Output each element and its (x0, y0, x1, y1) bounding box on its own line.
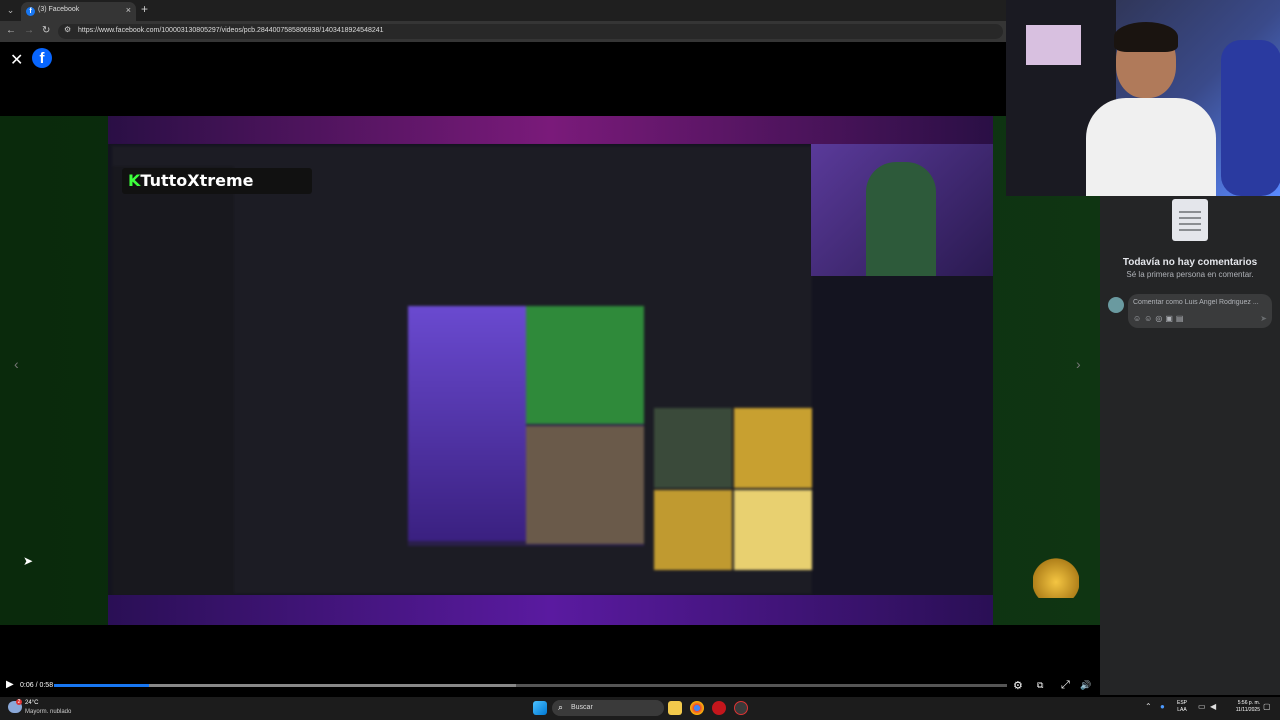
video-streamer-figure (866, 162, 936, 276)
video-photo-grid (654, 408, 814, 572)
new-tab-button[interactable]: + (141, 2, 148, 16)
clock-time: 5:56 p. m. (1237, 700, 1260, 706)
language-indicator[interactable]: ESP LAA (1177, 700, 1187, 714)
progress-bar[interactable] (54, 684, 1007, 687)
tab-list-button[interactable]: ⌄ (3, 3, 18, 18)
settings-icon[interactable]: ⚙ (1013, 679, 1023, 692)
play-icon[interactable]: ▶ (6, 679, 14, 690)
progress-fill (54, 684, 150, 687)
video-viewer: ✕ f KTuttoXtreme ‹ › ➤ (0, 42, 1100, 695)
network-icon[interactable]: ▭ (1198, 702, 1206, 711)
captions-icon[interactable]: ⧉ (1037, 680, 1043, 691)
webcam-person-body (1086, 98, 1216, 196)
tray-chevron-icon[interactable]: ⌃ (1145, 702, 1152, 711)
clock-date: 11/11/2025 (1235, 707, 1260, 713)
site-info-icon[interactable]: ⚙ (64, 25, 71, 34)
taskbar-search[interactable]: ⌕ Buscar (552, 700, 664, 716)
grid-photo (654, 490, 732, 570)
browser-tab-bar: ⌄ f (3) Facebook × + (0, 0, 1006, 21)
no-comments-title: Todavía no hay comentarios (1122, 257, 1258, 268)
windows-start-icon[interactable] (533, 701, 547, 715)
tab-title: (3) Facebook (38, 6, 80, 13)
send-icon[interactable]: ➤ (1260, 314, 1267, 323)
facebook-logo-icon[interactable]: f (32, 48, 52, 68)
grid-photo (654, 408, 732, 488)
video-post-image-top-right (526, 306, 644, 424)
comments-panel: Todavía no hay comentarios Sé la primera… (1100, 196, 1280, 695)
video-post-image-bottom-right (526, 426, 644, 544)
app-icon[interactable] (734, 701, 748, 715)
search-label: Buscar (571, 704, 593, 711)
webcam-poster (1026, 25, 1081, 65)
webcam-chair (1221, 40, 1280, 196)
mouse-cursor-icon: ➤ (23, 554, 34, 568)
keyboard-layout: LAA (1177, 707, 1187, 713)
video-webcam-inset (811, 144, 993, 276)
url-text[interactable]: https://www.facebook.com/100003130805297… (78, 27, 384, 34)
fullscreen-icon[interactable]: ⤢ (1061, 679, 1070, 692)
microphone-icon[interactable]: ● (1160, 702, 1165, 711)
language-code: ESP (1177, 700, 1188, 706)
address-bar[interactable]: ⚙ https://www.facebook.com/1000031308052… (58, 24, 1003, 39)
channel-logo-text: TuttoXtreme (140, 171, 254, 190)
close-viewer-icon[interactable]: ✕ (10, 50, 23, 70)
video-bottom-band (108, 595, 993, 625)
comment-placeholder: Comentar como Luis Angel Rodriguez ... (1133, 299, 1259, 306)
crown-emblem-icon (1033, 558, 1079, 598)
grid-photo (734, 408, 812, 488)
avatar (1108, 297, 1124, 313)
notifications-icon[interactable]: ▢ (1263, 702, 1271, 711)
weather-condition[interactable]: Mayorm. nublado (25, 709, 71, 715)
back-icon[interactable]: ← (6, 25, 16, 36)
document-icon (1172, 199, 1208, 241)
video-left-panel (112, 166, 234, 596)
browser-tab[interactable]: f (3) Facebook × (21, 2, 136, 21)
volume-tray-icon[interactable]: ◀ (1210, 702, 1216, 711)
volume-icon[interactable]: 🔊 (1080, 680, 1091, 691)
video-feed-post (408, 306, 644, 546)
grid-photo (734, 490, 812, 570)
video-top-band (108, 116, 993, 144)
webcam-person (1086, 22, 1216, 196)
taskbar-clock[interactable]: 5:56 p. m. 11/11/2025 (1226, 700, 1260, 714)
windows-taskbar: 2 24°C Mayorm. nublado ⌕ Buscar ⌃ ● ESP … (0, 697, 1280, 720)
next-arrow-icon[interactable]: › (1076, 356, 1081, 372)
video-frame-content: KTuttoXtreme (108, 116, 993, 625)
comment-input[interactable]: Comentar como Luis Angel Rodriguez ... ☺… (1128, 294, 1272, 328)
no-comments-subtitle: Sé la primera persona en comentar. (1126, 270, 1254, 279)
channel-logo-badge: KTuttoXtreme (122, 168, 312, 194)
opera-icon[interactable] (712, 701, 726, 715)
previous-arrow-icon[interactable]: ‹ (14, 356, 19, 372)
forward-icon[interactable]: → (24, 25, 34, 36)
browser-toolbar: ← → ↻ ⚙ https://www.facebook.com/1000031… (0, 21, 1006, 42)
webcam-overlay (1006, 0, 1280, 196)
chrome-icon[interactable] (690, 701, 704, 715)
facebook-favicon-icon: f (26, 7, 35, 16)
search-icon: ⌕ (558, 702, 564, 712)
playback-time: 0:06 / 0:58 (20, 682, 54, 689)
file-explorer-icon[interactable] (668, 701, 682, 715)
reload-icon[interactable]: ↻ (42, 25, 50, 36)
player-controls: ▶ 0:06 / 0:58 ⚙ ⧉ ⤢ 🔊 (0, 676, 1100, 696)
video-screen-capture (112, 146, 814, 596)
weather-badge: 2 (16, 699, 22, 705)
video-player[interactable]: KTuttoXtreme (0, 116, 1100, 625)
video-post-image-left (408, 306, 526, 541)
comment-tools-icons[interactable]: ☺☺◎▣▤ (1133, 314, 1186, 323)
tab-close-icon[interactable]: × (126, 5, 131, 15)
webcam-person-hair (1114, 22, 1178, 52)
weather-temperature[interactable]: 24°C (25, 700, 38, 706)
channel-logo-k: K (128, 171, 141, 190)
